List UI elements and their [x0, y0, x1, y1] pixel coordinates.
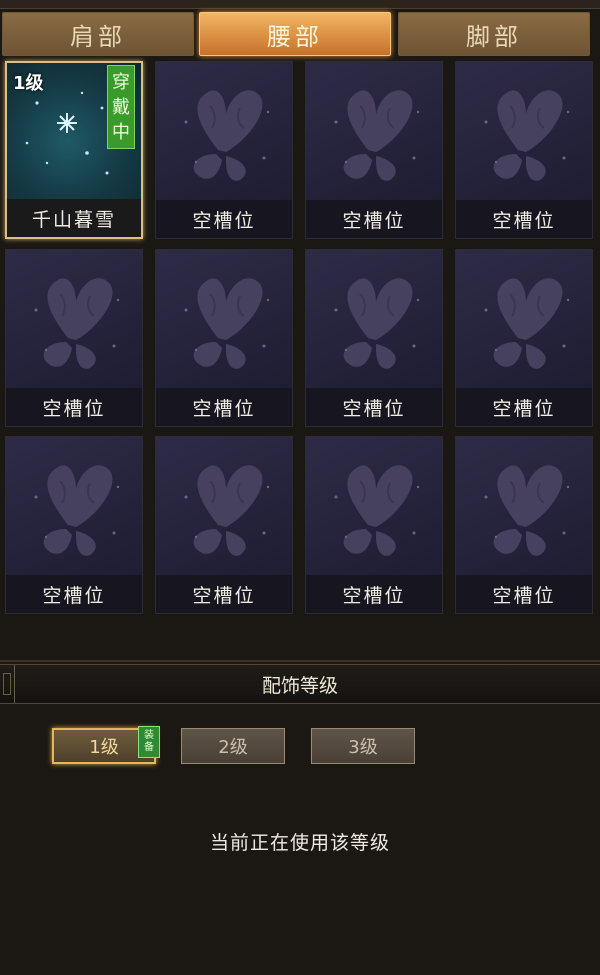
- butterfly-icon: [34, 465, 120, 556]
- slot-label: 空槽位: [156, 388, 292, 426]
- butterfly-icon: [484, 278, 570, 369]
- tab-shoulder[interactable]: 肩部: [2, 12, 194, 56]
- slot-label: 空槽位: [6, 575, 142, 613]
- top-frame: [0, 0, 600, 9]
- level-status-text: 当前正在使用该等级: [209, 832, 390, 854]
- slot-label: 空槽位: [156, 200, 292, 238]
- slot-equipped[interactable]: 千山暮雪 1级 穿戴中: [5, 61, 143, 239]
- equipped-badge-char-2: 备: [144, 742, 154, 753]
- butterfly-icon: [334, 278, 420, 369]
- slot-empty[interactable]: 空槽位: [305, 436, 443, 614]
- wearing-badge-char: 中: [112, 121, 130, 143]
- section-divider: [0, 660, 600, 662]
- section-title: 配饰等级: [261, 674, 338, 697]
- equipped-badge-char-1: 装: [144, 730, 154, 741]
- slot-empty[interactable]: 空槽位: [305, 61, 443, 239]
- butterfly-icon: [184, 465, 270, 556]
- slot-empty[interactable]: 空槽位: [5, 436, 143, 614]
- butterfly-icon: [184, 278, 270, 369]
- slot-empty[interactable]: 空槽位: [155, 436, 293, 614]
- butterfly-icon: [484, 90, 570, 181]
- slot-empty[interactable]: 空槽位: [155, 61, 293, 239]
- slot-label: 空槽位: [306, 388, 442, 426]
- slot-empty[interactable]: 空槽位: [155, 249, 293, 427]
- butterfly-icon: [184, 90, 270, 181]
- tab-foot[interactable]: 脚部: [398, 12, 590, 56]
- slot-empty[interactable]: 空槽位: [305, 249, 443, 427]
- slot-label: 空槽位: [306, 200, 442, 238]
- slot-empty[interactable]: 空槽位: [455, 249, 593, 427]
- slot-empty[interactable]: 空槽位: [455, 61, 593, 239]
- butterfly-icon: [34, 278, 120, 369]
- equipped-badge: 装 备: [138, 726, 160, 758]
- slot-level-tag: 1级: [13, 73, 44, 94]
- slot-label: 空槽位: [456, 388, 592, 426]
- level-3-button[interactable]: 3级: [311, 728, 415, 764]
- slot-label: 空槽位: [456, 575, 592, 613]
- butterfly-icon: [334, 465, 420, 556]
- wearing-badge-char: 穿: [112, 71, 130, 93]
- tab-waist[interactable]: 腰部: [199, 12, 391, 56]
- section-header: 配饰等级: [0, 664, 600, 704]
- slot-empty[interactable]: 空槽位: [455, 436, 593, 614]
- slot-label: 空槽位: [456, 200, 592, 238]
- butterfly-icon: [334, 90, 420, 181]
- slot-label: 空槽位: [6, 388, 142, 426]
- slot-label: 空槽位: [306, 575, 442, 613]
- butterfly-icon: [484, 465, 570, 556]
- wearing-badge-char: 戴: [112, 96, 130, 118]
- slot-label: 千山暮雪: [7, 199, 141, 237]
- slot-empty[interactable]: 空槽位: [5, 249, 143, 427]
- level-2-button[interactable]: 2级: [181, 728, 285, 764]
- slot-label: 空槽位: [156, 575, 292, 613]
- wearing-badge: 穿戴中: [107, 65, 135, 149]
